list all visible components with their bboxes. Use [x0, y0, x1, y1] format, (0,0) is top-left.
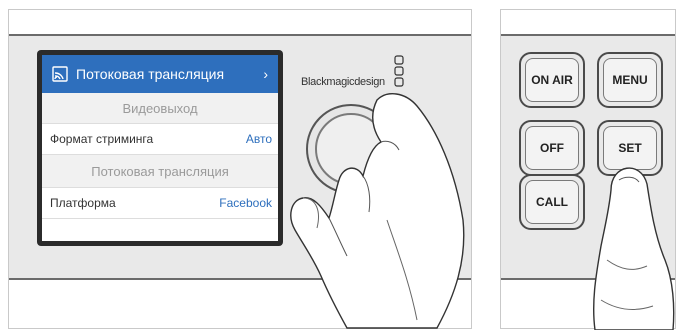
set-button[interactable]: SET: [597, 120, 663, 176]
menu-button[interactable]: MENU: [597, 52, 663, 108]
stream-format-label: Формат стриминга: [50, 132, 154, 146]
off-button-label: OFF: [525, 126, 579, 170]
talkback-panel: ON AIR MENU OFF SET CALL: [500, 9, 676, 330]
menu-header[interactable]: Потоковая трансляция ›: [42, 55, 278, 93]
call-button-label: CALL: [525, 180, 579, 224]
wifi-cast-icon: [52, 66, 68, 82]
platform-row[interactable]: Платформа Facebook: [42, 187, 278, 219]
brand-logo: Blackmagicdesign: [301, 76, 385, 88]
on-air-button[interactable]: ON AIR: [519, 52, 585, 108]
platform-label: Платформа: [50, 196, 116, 210]
logo-mark-icon: [394, 55, 404, 87]
on-air-button-label: ON AIR: [525, 58, 579, 102]
menu-header-title: Потоковая трансляция: [76, 66, 225, 82]
off-button[interactable]: OFF: [519, 120, 585, 176]
platform-value: Facebook: [219, 196, 272, 210]
section-video-output: Видеовыход: [42, 93, 278, 123]
control-knob[interactable]: [306, 104, 396, 194]
call-button[interactable]: CALL: [519, 174, 585, 230]
lcd-blank-row: [42, 219, 278, 241]
lcd-screen: Потоковая трансляция › Видеовыход Формат…: [42, 55, 278, 241]
lcd-display: Потоковая трансляция › Видеовыход Формат…: [37, 50, 283, 246]
device-front-panel: Потоковая трансляция › Видеовыход Формат…: [8, 9, 472, 329]
menu-button-label: MENU: [603, 58, 657, 102]
stream-format-row[interactable]: Формат стриминга Авто: [42, 123, 278, 155]
chevron-right-icon: ›: [263, 66, 268, 82]
set-button-label: SET: [603, 126, 657, 170]
control-knob-inner: [315, 113, 387, 185]
stream-format-value: Авто: [245, 132, 272, 146]
section-streaming: Потоковая трансляция: [42, 155, 278, 187]
